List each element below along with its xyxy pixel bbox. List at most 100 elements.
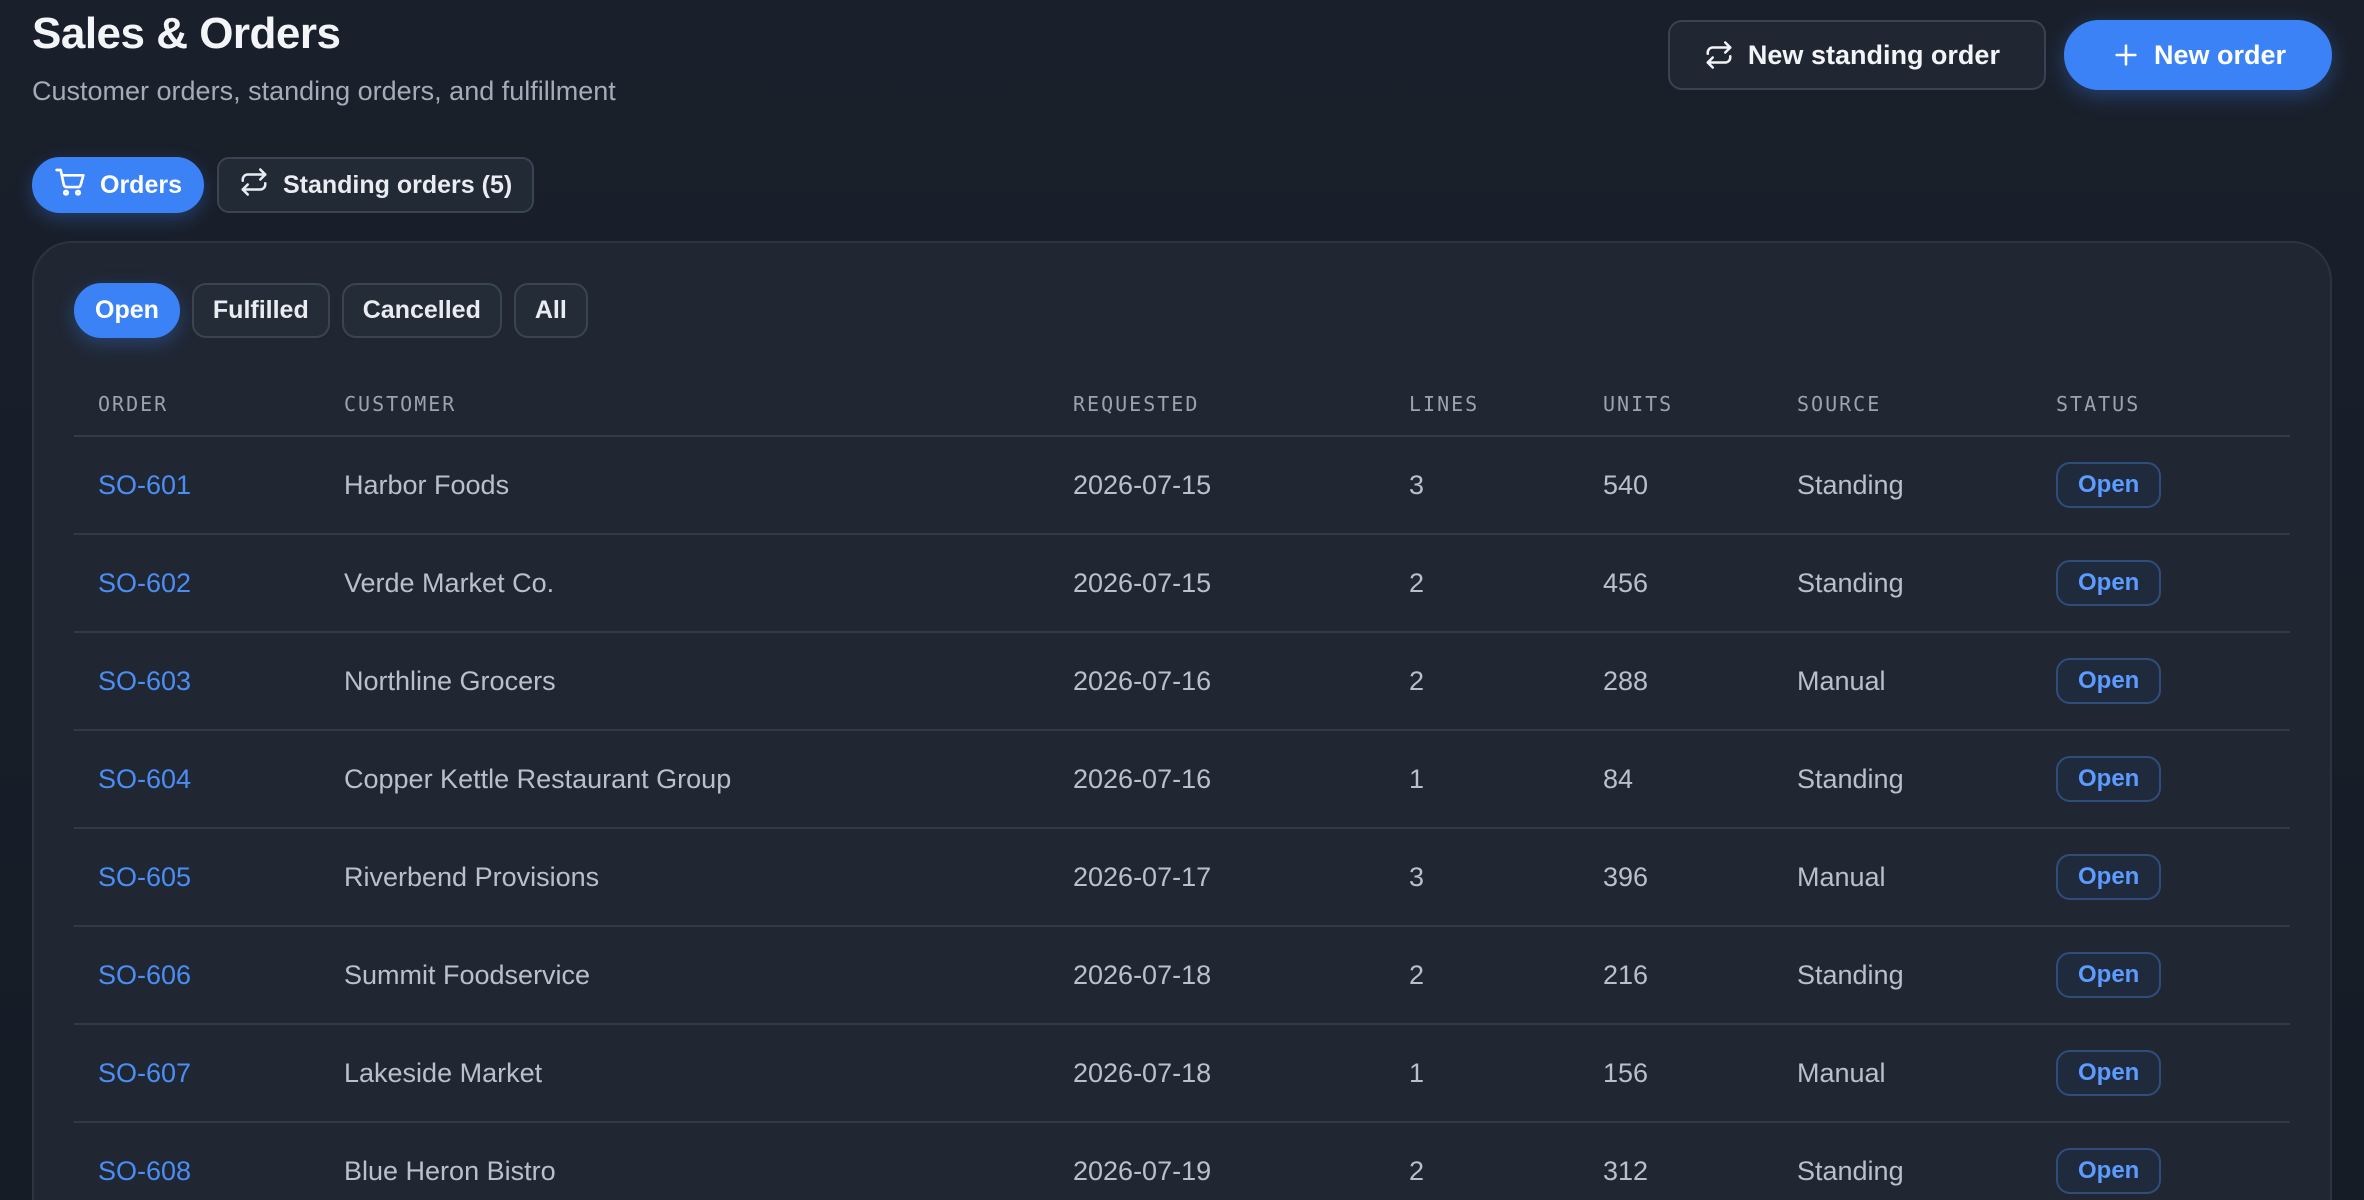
customer-cell: Harbor Foods <box>320 436 1049 535</box>
requested-cell: 2026-07-15 <box>1049 534 1385 633</box>
orders-table-body: SO-601 Harbor Foods 2026-07-15 3 540 Sta… <box>74 436 2290 1200</box>
lines-cell: 2 <box>1385 632 1579 731</box>
tab-standing-orders[interactable]: Standing orders (5) <box>216 157 535 213</box>
status-cell: Open <box>2032 1122 2290 1200</box>
sales-orders-page: Sales & Orders Customer orders, standing… <box>0 0 2364 1200</box>
status-badge: Open <box>2056 854 2162 900</box>
new-order-button[interactable]: New order <box>2063 20 2332 90</box>
tab-standing-orders-label: Standing orders (5) <box>282 170 513 199</box>
lines-cell: 3 <box>1385 436 1579 535</box>
table-header-row: ORDER CUSTOMER REQUESTED LINES UNITS SOU… <box>74 373 2290 437</box>
table-row[interactable]: SO-604 Copper Kettle Restaurant Group 20… <box>74 730 2290 829</box>
units-cell: 156 <box>1579 1024 1773 1123</box>
status-cell: Open <box>2032 632 2290 731</box>
order-link[interactable]: SO-603 <box>98 666 191 696</box>
status-cell: Open <box>2032 436 2290 535</box>
status-cell: Open <box>2032 1024 2290 1123</box>
status-badge: Open <box>2056 462 2162 508</box>
status-badge: Open <box>2056 658 2162 704</box>
column-header-lines[interactable]: LINES <box>1385 373 1579 437</box>
source-cell: Standing <box>1773 730 2032 829</box>
source-cell: Manual <box>1773 632 2032 731</box>
order-link[interactable]: SO-605 <box>98 862 191 892</box>
page-header: Sales & Orders Customer orders, standing… <box>32 8 2332 108</box>
column-header-order[interactable]: ORDER <box>74 373 320 437</box>
page-subtitle: Customer orders, standing orders, and fu… <box>32 76 616 106</box>
table-row[interactable]: SO-607 Lakeside Market 2026-07-18 1 156 … <box>74 1024 2290 1123</box>
source-cell: Standing <box>1773 534 2032 633</box>
status-cell: Open <box>2032 534 2290 633</box>
order-link[interactable]: SO-604 <box>98 764 191 794</box>
source-cell: Standing <box>1773 436 2032 535</box>
filter-all[interactable]: All <box>513 283 588 338</box>
status-badge: Open <box>2056 952 2162 998</box>
orders-table: ORDER CUSTOMER REQUESTED LINES UNITS SOU… <box>74 373 2290 1200</box>
filter-cancelled[interactable]: Cancelled <box>341 283 502 338</box>
status-badge: Open <box>2056 1148 2162 1194</box>
customer-cell: Summit Foodservice <box>320 926 1049 1025</box>
filter-fulfilled[interactable]: Fulfilled <box>191 283 330 338</box>
units-cell: 456 <box>1579 534 1773 633</box>
lines-cell: 2 <box>1385 534 1579 633</box>
customer-cell: Lakeside Market <box>320 1024 1049 1123</box>
column-header-requested[interactable]: REQUESTED <box>1049 373 1385 437</box>
column-header-status[interactable]: STATUS <box>2032 373 2290 437</box>
order-id-cell[interactable]: SO-608 <box>74 1122 320 1200</box>
lines-cell: 1 <box>1385 730 1579 829</box>
table-row[interactable]: SO-603 Northline Grocers 2026-07-16 2 28… <box>74 632 2290 731</box>
column-header-source[interactable]: SOURCE <box>1773 373 2032 437</box>
customer-cell: Verde Market Co. <box>320 534 1049 633</box>
filter-open[interactable]: Open <box>74 283 180 338</box>
order-link[interactable]: SO-606 <box>98 960 191 990</box>
status-badge: Open <box>2056 1050 2162 1096</box>
status-filters: Open Fulfilled Cancelled All <box>74 283 588 338</box>
customer-cell: Northline Grocers <box>320 632 1049 731</box>
order-link[interactable]: SO-607 <box>98 1058 191 1088</box>
units-cell: 312 <box>1579 1122 1773 1200</box>
customer-cell: Copper Kettle Restaurant Group <box>320 730 1049 829</box>
order-link[interactable]: SO-601 <box>98 470 191 500</box>
requested-cell: 2026-07-17 <box>1049 828 1385 927</box>
requested-cell: 2026-07-18 <box>1049 926 1385 1025</box>
lines-cell: 1 <box>1385 1024 1579 1123</box>
customer-cell: Riverbend Provisions <box>320 828 1049 927</box>
new-standing-order-label: New standing order <box>1747 39 2000 70</box>
source-cell: Manual <box>1773 1024 2032 1123</box>
units-cell: 216 <box>1579 926 1773 1025</box>
order-id-cell[interactable]: SO-605 <box>74 828 320 927</box>
status-cell: Open <box>2032 730 2290 829</box>
lines-cell: 2 <box>1385 1122 1579 1200</box>
units-cell: 288 <box>1579 632 1773 731</box>
order-link[interactable]: SO-602 <box>98 568 191 598</box>
order-id-cell[interactable]: SO-607 <box>74 1024 320 1123</box>
status-cell: Open <box>2032 828 2290 927</box>
column-header-units[interactable]: UNITS <box>1579 373 1773 437</box>
status-cell: Open <box>2032 926 2290 1025</box>
order-id-cell[interactable]: SO-602 <box>74 534 320 633</box>
orders-card: Open Fulfilled Cancelled All ORDER CUSTO… <box>32 241 2332 1200</box>
new-order-label: New order <box>2153 39 2286 70</box>
requested-cell: 2026-07-16 <box>1049 730 1385 829</box>
order-id-cell[interactable]: SO-603 <box>74 632 320 731</box>
table-row[interactable]: SO-608 Blue Heron Bistro 2026-07-19 2 31… <box>74 1122 2290 1200</box>
cart-icon <box>54 166 86 205</box>
order-id-cell[interactable]: SO-601 <box>74 436 320 535</box>
repeat-icon <box>1704 40 1734 70</box>
page-title: Sales & Orders <box>32 9 341 58</box>
units-cell: 84 <box>1579 730 1773 829</box>
requested-cell: 2026-07-19 <box>1049 1122 1385 1200</box>
requested-cell: 2026-07-16 <box>1049 632 1385 731</box>
table-row[interactable]: SO-601 Harbor Foods 2026-07-15 3 540 Sta… <box>74 436 2290 535</box>
lines-cell: 3 <box>1385 828 1579 927</box>
new-standing-order-button[interactable]: New standing order <box>1667 20 2046 90</box>
order-id-cell[interactable]: SO-604 <box>74 730 320 829</box>
table-row[interactable]: SO-602 Verde Market Co. 2026-07-15 2 456… <box>74 534 2290 633</box>
status-badge: Open <box>2056 756 2162 802</box>
order-id-cell[interactable]: SO-606 <box>74 926 320 1025</box>
table-row[interactable]: SO-606 Summit Foodservice 2026-07-18 2 2… <box>74 926 2290 1025</box>
tab-orders[interactable]: Orders <box>32 157 204 213</box>
table-row[interactable]: SO-605 Riverbend Provisions 2026-07-17 3… <box>74 828 2290 927</box>
order-link[interactable]: SO-608 <box>98 1156 191 1186</box>
view-tabs: Orders Standing orders (5) <box>32 157 535 213</box>
column-header-customer[interactable]: CUSTOMER <box>320 373 1049 437</box>
